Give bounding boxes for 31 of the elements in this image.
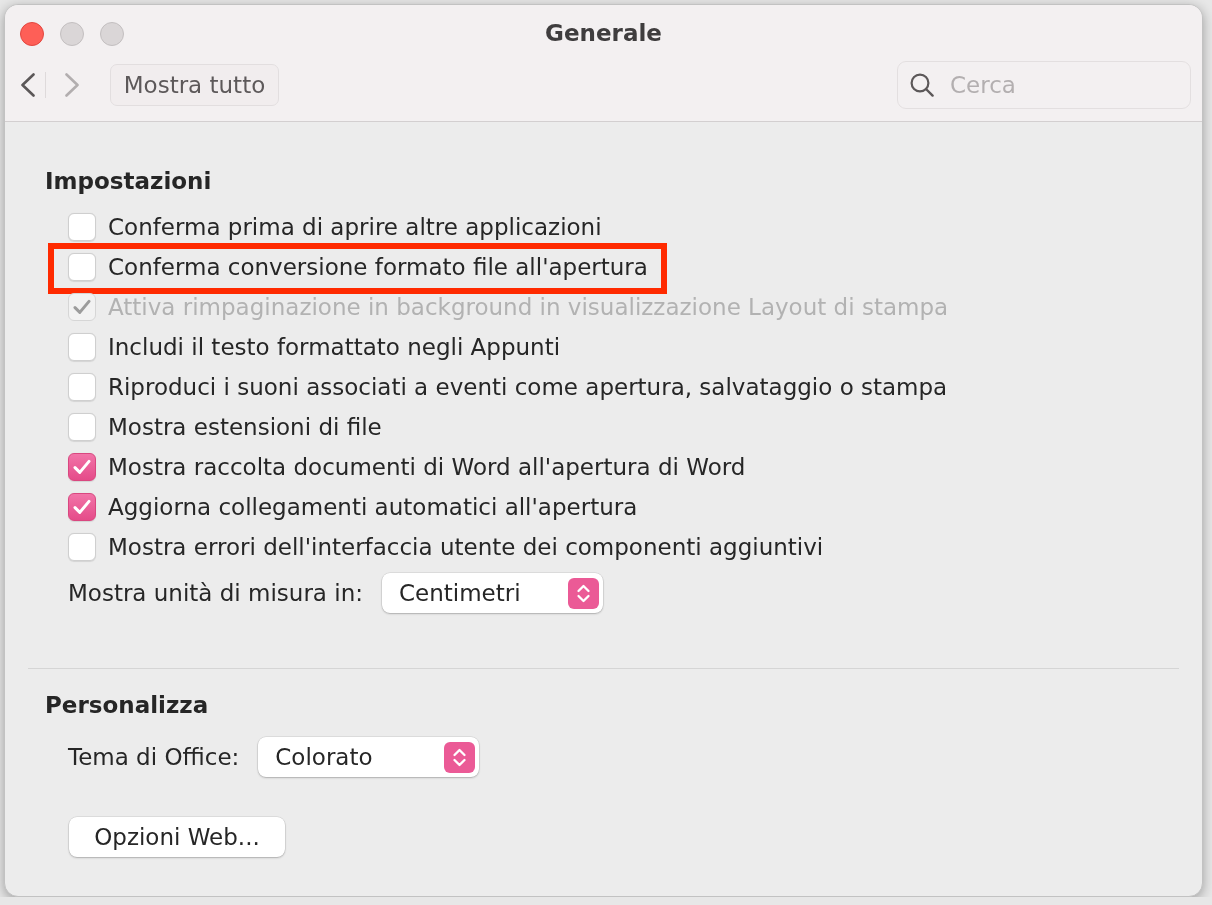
window-title: Generale <box>545 18 662 47</box>
chevron-right-icon <box>64 73 80 97</box>
option-label: Mostra errori dell'interfaccia utente dei componenti aggiuntivi <box>108 533 824 561</box>
field-label: Mostra unità di misura in: <box>68 579 363 607</box>
close-button[interactable] <box>20 21 44 46</box>
section-heading: Personalizza <box>45 691 209 719</box>
option-label: Mostra estensioni di file <box>108 413 382 441</box>
show-all-button[interactable]: Mostra tutto <box>110 64 279 106</box>
option-label: Attiva rimpaginazione in background in visualizzazione Layout di stampa <box>108 293 949 321</box>
option-label: Conferma prima di aprire altre applicazioni <box>108 213 602 241</box>
field-label: Tema di Office: <box>68 743 240 771</box>
checkbox[interactable] <box>68 493 96 521</box>
chevron-left-icon <box>20 73 36 97</box>
web-options-button[interactable]: Opzioni Web... <box>69 817 285 857</box>
popup-button[interactable]: Colorato <box>258 737 480 777</box>
up-down-chevron-icon <box>444 741 476 773</box>
option-label: Mostra raccolta documenti di Word all'apertura di Word <box>108 453 746 481</box>
search-field[interactable]: Cerca <box>897 61 1191 109</box>
search-icon <box>910 73 934 97</box>
checkmark-icon <box>73 459 91 475</box>
option-label: Conferma conversione formato file all'apertura <box>108 253 648 281</box>
option-label: Aggiorna collegamenti automatici all'apertura <box>108 493 638 521</box>
checkmark-icon <box>73 499 91 515</box>
option-label: Includi il testo formattato negli Appunti <box>108 333 561 361</box>
back-button[interactable] <box>20 73 36 97</box>
popup-button[interactable]: Centimetri <box>382 573 603 613</box>
checkbox[interactable] <box>68 453 96 481</box>
section-heading: Impostazioni <box>45 167 212 195</box>
option-label: Riproduci i suoni associati a eventi come apertura, salvataggio o stampa <box>108 373 948 401</box>
checkmark-icon <box>73 299 91 315</box>
up-down-chevron-icon <box>568 577 599 609</box>
